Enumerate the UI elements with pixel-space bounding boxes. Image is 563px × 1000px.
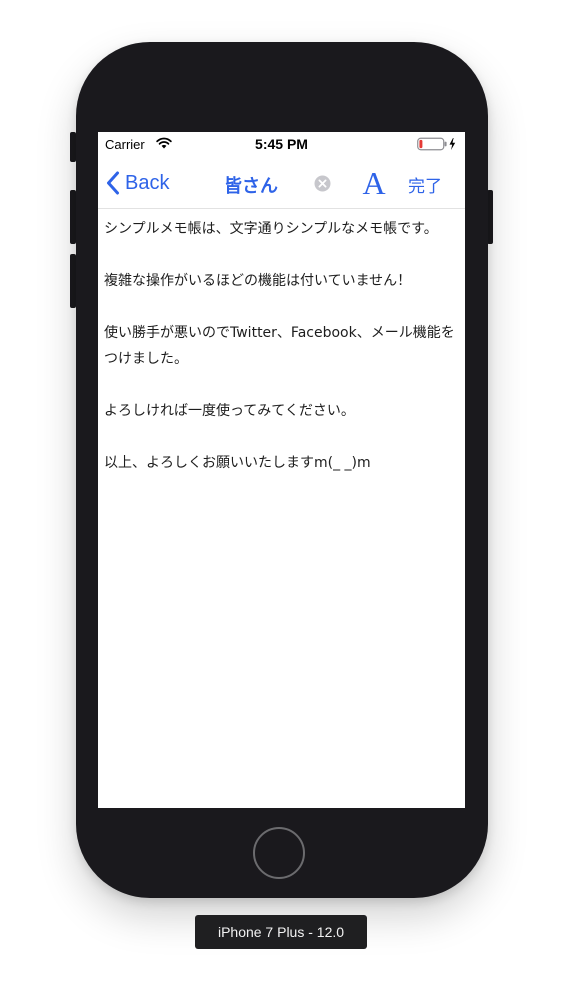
memo-paragraph: 使い勝手が悪いのでTwitter、Facebook、メール機能をつけました。 bbox=[104, 325, 455, 367]
simulator-stage: Carrier 5:45 PM Back 皆さん A 完了 シンプルメモ帳は、文… bbox=[0, 0, 563, 1000]
memo-paragraph: シンプルメモ帳は、文字通りシンプルなメモ帳です。 bbox=[104, 221, 438, 237]
memo-paragraph: 複雑な操作がいるほどの機能は付いていません！ bbox=[104, 273, 412, 289]
font-size-button[interactable]: A bbox=[360, 166, 388, 200]
memo-paragraph: よろしければ一度使ってみてください。 bbox=[104, 403, 355, 419]
back-label: Back bbox=[125, 171, 170, 194]
device-screen: Carrier 5:45 PM Back 皆さん A 完了 シンプルメモ帳は、文… bbox=[98, 132, 465, 808]
device-model-label: iPhone 7 Plus - 12.0 bbox=[195, 915, 367, 949]
battery-low-charging-icon bbox=[417, 137, 456, 151]
status-time: 5:45 PM bbox=[255, 136, 308, 152]
chevron-left-icon bbox=[107, 171, 119, 195]
memo-title: 皆さん bbox=[224, 176, 278, 197]
status-bar: Carrier 5:45 PM bbox=[98, 132, 465, 156]
clear-circle-icon[interactable] bbox=[314, 175, 331, 192]
back-button[interactable]: Back bbox=[106, 168, 169, 198]
memo-paragraph: 以上、よろしくお願いいたしますm(_ _)m bbox=[104, 455, 371, 471]
navigation-bar: Back 皆さん A 完了 bbox=[98, 160, 465, 209]
done-button[interactable]: 完了 bbox=[408, 172, 442, 197]
memo-text-view[interactable]: シンプルメモ帳は、文字通りシンプルなメモ帳です。 複雑な操作がいるほどの機能は付… bbox=[104, 216, 458, 502]
home-button[interactable] bbox=[253, 827, 305, 879]
